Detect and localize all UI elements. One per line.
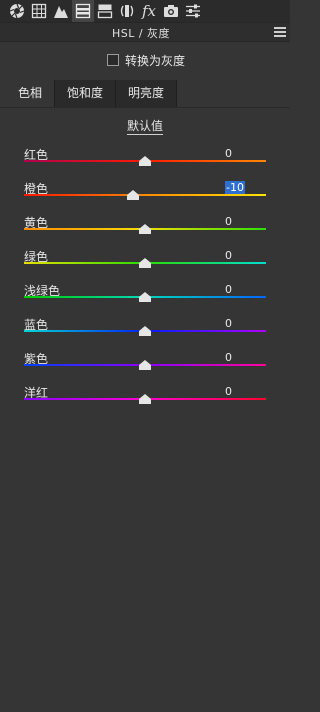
slider-row-aqua: 浅绿色 0	[0, 282, 290, 316]
panel-title: HSL / 灰度	[111, 27, 171, 40]
slider-thumb-aqua[interactable]	[139, 292, 151, 302]
grid-histogram-icon[interactable]	[28, 0, 50, 22]
hsl-tabs: 色相 饱和度 明亮度	[6, 80, 178, 107]
mountain-icon[interactable]	[50, 0, 72, 22]
slider-track-orange[interactable]	[24, 194, 266, 196]
slider-row-orange: 橙色 -10	[0, 180, 290, 214]
fx-icon[interactable]: fx	[138, 0, 160, 22]
slider-thumb-orange[interactable]	[126, 190, 139, 200]
slider-thumb-blue[interactable]	[139, 326, 151, 336]
tab-hue[interactable]: 色相	[6, 80, 56, 107]
toolbar: fx	[0, 0, 290, 22]
slider-thumb-magenta[interactable]	[139, 394, 151, 404]
slider-row-red: 红色 0	[0, 146, 290, 180]
slider-thumb-purple[interactable]	[139, 360, 151, 370]
slider-thumb-red[interactable]	[139, 156, 151, 166]
panel-header: HSL / 灰度	[0, 22, 290, 42]
slider-thumb-green[interactable]	[139, 258, 151, 268]
camera-icon[interactable]	[160, 0, 182, 22]
slider-row-yellow: 黄色 0	[0, 214, 290, 248]
lens-icon[interactable]	[116, 0, 138, 22]
tab-luminance[interactable]: 明亮度	[116, 80, 178, 107]
default-button-label: 默认值	[126, 119, 163, 135]
slider-row-green: 绿色 0	[0, 248, 290, 282]
tab-saturation[interactable]: 饱和度	[55, 80, 117, 107]
slider-row-purple: 紫色 0	[0, 350, 290, 384]
convert-to-grayscale[interactable]: 转换为灰度	[107, 52, 185, 68]
grayscale-label: 转换为灰度	[125, 53, 186, 68]
grayscale-checkbox[interactable]	[107, 54, 119, 66]
slider-value-text: 0	[225, 317, 232, 330]
split-tone-icon[interactable]	[94, 0, 116, 22]
slider-row-blue: 蓝色 0	[0, 316, 290, 350]
tabs-divider	[0, 107, 290, 108]
slider-value-text: 0	[225, 351, 232, 364]
default-button[interactable]: 默认值	[0, 117, 290, 135]
slider-thumb-yellow[interactable]	[139, 224, 151, 234]
sliders-icon[interactable]	[182, 0, 204, 22]
slider-value-text: -10	[225, 181, 245, 194]
aperture-icon[interactable]	[6, 0, 28, 22]
hsl-panel-icon[interactable]	[72, 0, 94, 22]
panel-menu-icon[interactable]	[274, 27, 286, 37]
slider-value-text: 0	[225, 147, 232, 160]
slider-row-magenta: 洋红 0	[0, 384, 290, 418]
slider-value-text: 0	[225, 215, 232, 228]
slider-value-text: 0	[225, 385, 232, 398]
slider-value-text: 0	[225, 249, 232, 262]
slider-value-text: 0	[225, 283, 232, 296]
